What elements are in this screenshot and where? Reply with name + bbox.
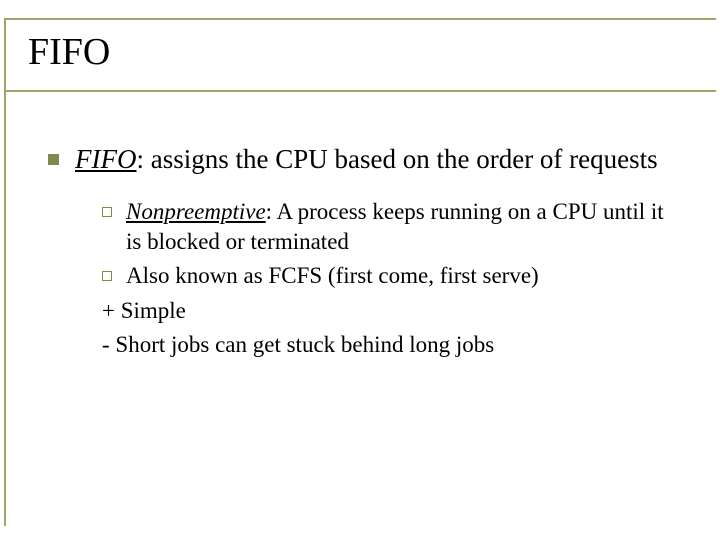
level2-group: Nonpreemptive: A process keeps running o… <box>48 197 684 361</box>
hollow-square-bullet-icon <box>102 271 112 281</box>
square-bullet-icon <box>48 154 59 165</box>
bullet-level1: FIFO: assigns the CPU based on the order… <box>48 142 684 177</box>
title-underline <box>4 90 716 92</box>
term-nonpreemptive: Nonpreemptive <box>126 199 266 224</box>
level1-text: FIFO: assigns the CPU based on the order… <box>75 142 684 177</box>
bullet-level2: Nonpreemptive: A process keeps running o… <box>102 197 684 258</box>
term-fifo: FIFO <box>75 144 136 174</box>
slide-content: FIFO: assigns the CPU based on the order… <box>26 112 694 360</box>
definition-text: : assigns the CPU based on the order of … <box>136 144 657 174</box>
slide-title: FIFO <box>26 22 694 74</box>
level2-text: Also known as FCFS (first come, first se… <box>126 261 684 291</box>
level2-text: Nonpreemptive: A process keeps running o… <box>126 197 684 258</box>
bullet-level2: Also known as FCFS (first come, first se… <box>102 261 684 291</box>
minus-line: - Short jobs can get stuck behind long j… <box>102 330 684 360</box>
plus-line: + Simple <box>102 296 684 326</box>
hollow-square-bullet-icon <box>102 207 112 217</box>
slide: FIFO FIFO: assigns the CPU based on the … <box>0 0 720 540</box>
